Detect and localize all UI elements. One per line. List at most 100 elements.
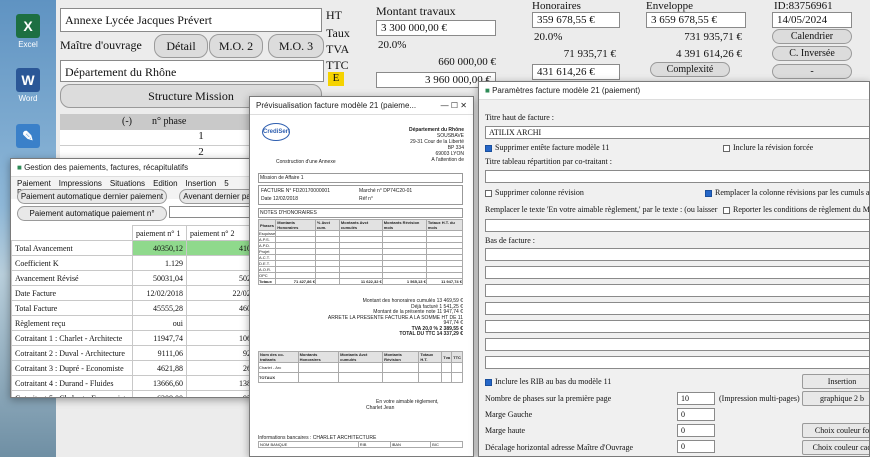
menu-insertion[interactable]: Insertion xyxy=(186,179,217,188)
close-icon[interactable]: ✕ xyxy=(460,101,467,110)
payment-value[interactable]: 13666,60 xyxy=(131,375,187,391)
bas-facture-input[interactable] xyxy=(485,320,869,333)
montant-travaux-label: Montant travaux xyxy=(376,4,456,18)
payment-row[interactable]: Total Facture45555,2846087,04 xyxy=(11,300,271,316)
app-desktop-icon[interactable]: ✎ xyxy=(6,124,50,150)
couleur-fond-button[interactable]: Choix couleur fo xyxy=(802,423,869,438)
montant-ht-field[interactable]: 3 300 000,00 € xyxy=(376,20,496,36)
payment-value[interactable]: 11947,74 xyxy=(131,330,187,346)
menu-paiement[interactable]: Paiement xyxy=(17,179,51,188)
titre-haut-input[interactable]: ATILIX ARCHI xyxy=(485,126,869,139)
maximize-icon[interactable]: ☐ xyxy=(451,101,458,110)
payment-row[interactable]: Règlement reçuouinon xyxy=(11,315,271,331)
payment-row[interactable]: Total Avancement40350,1241075,80 xyxy=(11,240,271,256)
payment-row[interactable]: Cotraitant 1 : Charlet - Architecte 11947… xyxy=(11,330,271,346)
impression-label: (Impression multi-pages) xyxy=(719,394,800,403)
payment-value[interactable]: oui xyxy=(131,315,187,331)
payment-value[interactable]: 6208,00 xyxy=(131,390,187,397)
decalage-input[interactable]: 0 xyxy=(677,440,715,453)
checkbox-label: Inclure la révision forcée xyxy=(733,143,814,152)
taux-label: Taux xyxy=(326,26,350,40)
auto-dernier-paiement-button[interactable]: Paiement automatique dernier paiement xyxy=(17,189,167,204)
bas-facture-input[interactable] xyxy=(485,248,869,261)
marge-gauche-input[interactable]: 0 xyxy=(677,408,715,421)
couleur-cadre-button[interactable]: Choix couleur cad xyxy=(802,440,869,455)
rib-checkbox[interactable]: Inclure les RIB au bas du modèle 11 xyxy=(485,377,611,386)
bas-facture-input[interactable] xyxy=(485,356,869,369)
payment-value[interactable]: 9111,06 xyxy=(131,345,187,361)
tableau-input[interactable] xyxy=(485,170,869,183)
montant-taux: 20.0% xyxy=(378,39,407,51)
honoraires-ttc-field[interactable]: 431 614,26 € xyxy=(532,64,620,80)
c-inversee-button[interactable]: C. Inversée xyxy=(772,46,852,61)
bas-facture-lines xyxy=(485,248,869,374)
remplacer-input[interactable] xyxy=(485,219,869,232)
insertion-button[interactable]: Insertion xyxy=(802,374,869,389)
row-label: Cotraitant 1 : Charlet - Architecte xyxy=(11,330,133,346)
payment-value[interactable]: 12/02/2018 xyxy=(131,285,187,301)
total-value xyxy=(314,278,340,285)
bas-facture-input[interactable] xyxy=(485,338,869,351)
payment-value[interactable]: 4621,88 xyxy=(131,360,187,376)
auto-paiement-n-button[interactable]: Paiement automatique paiement n° xyxy=(17,206,167,221)
checkbox-icon xyxy=(485,144,492,152)
total-value: 11 622,32 € xyxy=(338,278,383,285)
checkbox-label: Inclure les RIB au bas du modèle 11 xyxy=(495,377,612,386)
complexite-button[interactable]: Complexité xyxy=(650,62,730,77)
payment-row[interactable]: Cotraitant 3 : Dupré - Economiste 4621,88… xyxy=(11,360,271,376)
bas-facture-input[interactable] xyxy=(485,266,869,279)
payment-value[interactable]: 40350,12 xyxy=(131,240,187,256)
payment-value[interactable]: 50031,04 xyxy=(131,270,187,286)
summary-line: TOTAL DU TTC 14 337,29 € xyxy=(399,331,463,337)
column-header: Montants Honoraires xyxy=(297,351,340,363)
checkbox-icon xyxy=(723,206,730,214)
payment-row[interactable]: Date Facture12/02/201822/02/2018 xyxy=(11,285,271,301)
departement-field[interactable]: Département du Rhône xyxy=(60,60,324,82)
e-button[interactable]: E xyxy=(328,72,344,86)
detail-button[interactable]: Détail xyxy=(154,34,208,58)
phase-col-minus[interactable]: (-) xyxy=(122,116,132,127)
cotraitants-table: Nom des co-traitants Montants Honoraires M… xyxy=(258,351,463,383)
column-header: Montants Révision mois xyxy=(381,219,427,231)
signature: Charlet Jean xyxy=(366,405,395,411)
honoraires-ht-field[interactable]: 359 678,55 € xyxy=(532,12,620,28)
payment-row[interactable]: Avancement Révisé50031,0450203,55 xyxy=(11,270,271,286)
payment-row[interactable]: Coefficient K1.1291.122 xyxy=(11,255,271,271)
payment-row[interactable]: Cotraitant 2 : Duval - Architecture 9111,… xyxy=(11,345,271,361)
column-header: Nom des co-traitants xyxy=(258,351,299,363)
menu-edition[interactable]: Edition xyxy=(153,179,177,188)
payment-value[interactable]: 45555,28 xyxy=(131,300,187,316)
column-header: paiement n° 1 xyxy=(131,225,187,241)
excel-desktop-icon[interactable]: X Excel xyxy=(6,14,50,49)
date-field[interactable]: 14/05/2024 xyxy=(772,12,852,28)
payment-row[interactable]: Cotraitant 5 : Chabert - Economiste 6208,… xyxy=(11,390,271,397)
remplacer-checkbox[interactable]: Remplacer la colonne révisions par les c… xyxy=(705,188,869,197)
nb-phases-input[interactable]: 10 xyxy=(677,392,715,405)
enveloppe-ht-field[interactable]: 3 659 678,55 € xyxy=(646,12,746,28)
parametres-window: ■ Paramètres facture modèle 21 (paiement… xyxy=(478,81,870,457)
invoice-meta: FACTURE N° FD20170000001 Marché n° DP74C… xyxy=(258,185,463,205)
dash-button[interactable]: - xyxy=(772,64,852,79)
revision-checkbox[interactable]: Inclure la révision forcée xyxy=(723,143,813,152)
mo3-button[interactable]: M.O. 3 xyxy=(268,34,324,58)
word-desktop-icon[interactable]: W Word xyxy=(6,68,50,103)
bas-facture-input[interactable] xyxy=(485,302,869,315)
params-title: Paramètres facture modèle 21 (paiement) xyxy=(492,86,641,95)
calendrier-button[interactable]: Calendrier xyxy=(772,29,852,44)
lycee-field[interactable]: Annexe Lycée Jacques Prévert xyxy=(60,8,322,32)
honoraires-taux: 20.0% xyxy=(534,31,563,43)
reporter-checkbox[interactable]: Reporter les conditions de règlement du … xyxy=(723,205,869,214)
mo2-button[interactable]: M.O. 2 xyxy=(209,34,263,58)
menu-impressions[interactable]: Impressions xyxy=(59,179,102,188)
column-header: TTC xyxy=(451,351,463,363)
suppr-entete-checkbox[interactable]: Supprimer entête facture modèle 11 xyxy=(485,143,609,152)
minimize-icon[interactable]: — xyxy=(441,101,449,110)
suppr-col-checkbox[interactable]: Supprimer colonne révision xyxy=(485,188,584,197)
graphique-button[interactable]: graphique 2 b xyxy=(802,391,869,406)
menu-situations[interactable]: Situations xyxy=(110,179,145,188)
payment-row[interactable]: Cotraitant 4 : Durand - Fluides13666,601… xyxy=(11,375,271,391)
marge-haute-input[interactable]: 0 xyxy=(677,424,715,437)
bas-facture-input[interactable] xyxy=(485,284,869,297)
paiements-table: paiement n° 1 paiement n° 2 Total Avancem… xyxy=(11,225,271,397)
payment-value[interactable]: 1.129 xyxy=(131,255,187,271)
